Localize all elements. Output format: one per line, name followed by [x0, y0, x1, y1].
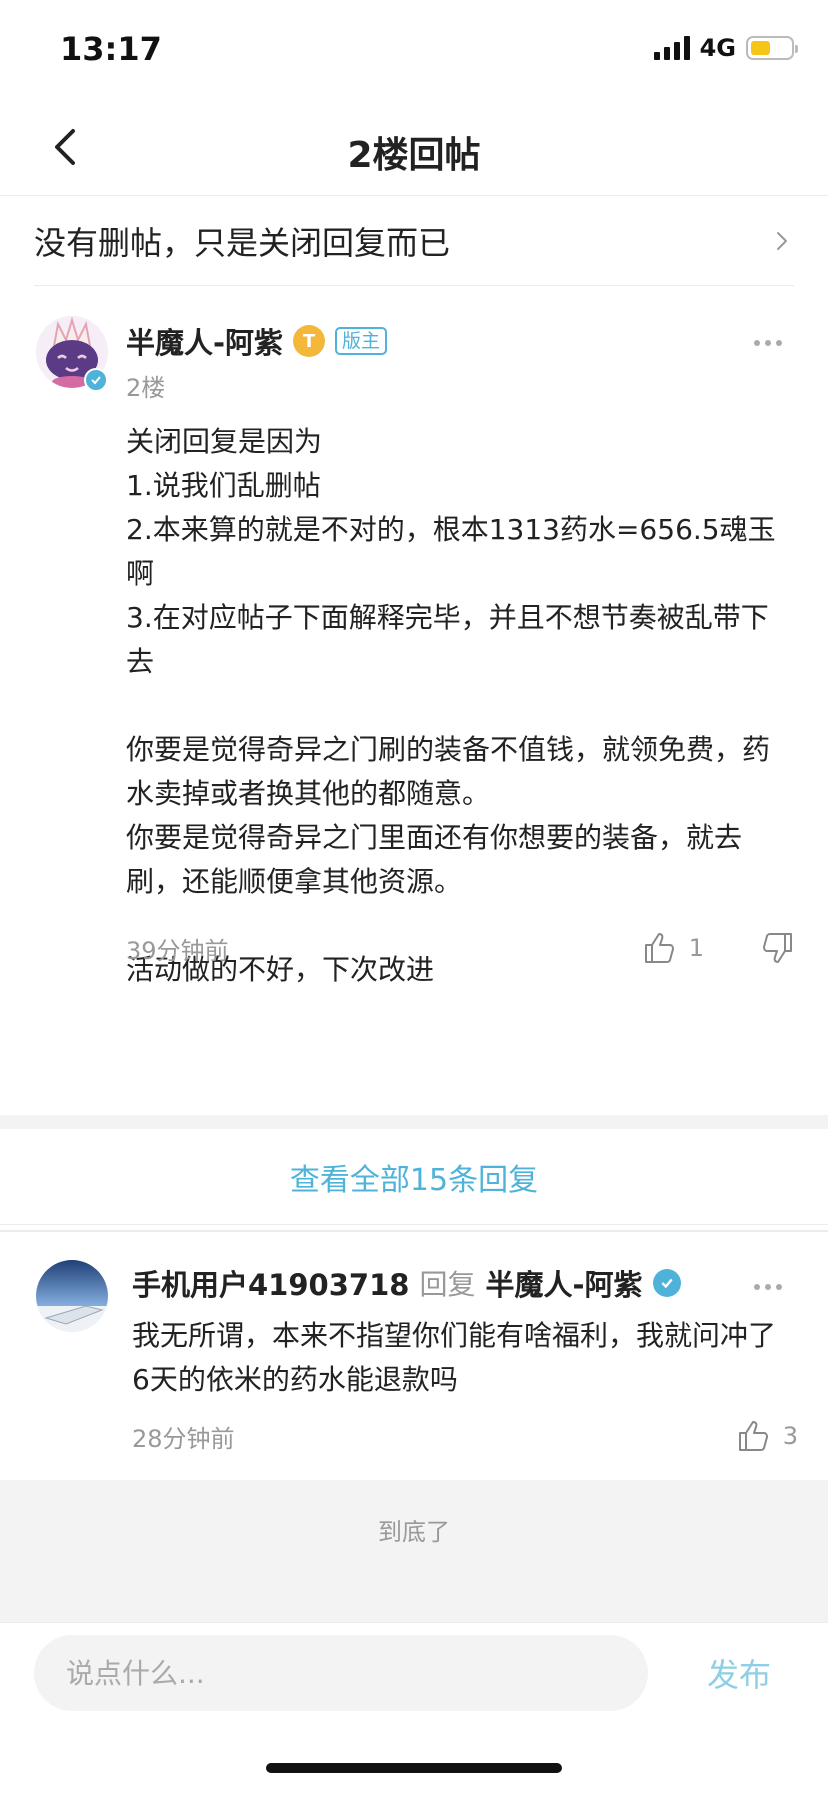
reply-user-avatar[interactable] [36, 1260, 108, 1332]
comment-input[interactable] [34, 1635, 648, 1711]
end-of-list: 到底了 [0, 1480, 828, 1622]
content-line: 2.本来算的就是不对的，根本1313药水=656.5魂玉啊 [126, 513, 776, 590]
floor-post: 半魔人-阿紫 T 版主 2楼 关闭回复是因为 1.说我们乱删帖 2.本来算的就是… [0, 286, 828, 1115]
reply-item: 手机用户41903718 回复 半魔人-阿紫 我无所谓，本来不指望你们能有啥福利… [0, 1236, 828, 1480]
more-icon[interactable] [748, 328, 788, 358]
author-row: 半魔人-阿紫 T 版主 [126, 320, 388, 362]
like-count: 1 [688, 934, 704, 962]
thumbs-down-icon[interactable] [760, 931, 794, 965]
reply-header: 手机用户41903718 回复 半魔人-阿紫 [132, 1262, 681, 1304]
verified-icon [652, 1269, 681, 1297]
moderator-badge: 版主 [335, 327, 388, 355]
section-divider [0, 1115, 828, 1129]
content-line: 1.说我们乱删帖 [126, 469, 321, 502]
reply-time: 28分钟前 [132, 1424, 235, 1453]
content-line [126, 684, 796, 728]
content-line: 3.在对应帖子下面解释完毕，并且不想节奏被乱带下去 [126, 601, 769, 678]
nav-header: 2楼回帖 [0, 100, 828, 196]
reply-content: 我无所谓，本来不指望你们能有啥福利，我就问冲了6天的依米的药水能退款吗 [132, 1319, 777, 1396]
signal-icon [653, 36, 690, 60]
like-count: 3 [782, 1422, 798, 1450]
thumbs-up-icon[interactable] [643, 931, 677, 965]
level-badge: T [293, 325, 326, 357]
post-time: 39分钟前 [126, 936, 229, 965]
reply-label: 回复 [419, 1268, 476, 1301]
status-bar: 13:17 4G [0, 0, 828, 100]
view-all-replies-link[interactable]: 查看全部15条回复 [0, 1129, 828, 1225]
battery-level [751, 41, 770, 55]
verified-icon [84, 368, 108, 392]
author-name[interactable]: 半魔人-阿紫 [126, 320, 283, 362]
divider [0, 1230, 828, 1232]
page-title: 2楼回帖 [347, 135, 481, 176]
publish-button[interactable]: 发布 [684, 1635, 794, 1711]
content-line: 关闭回复是因为 [126, 425, 323, 458]
more-icon[interactable] [748, 1272, 788, 1302]
battery-icon [746, 36, 798, 60]
reply-footer: 28分钟前 3 [132, 1414, 798, 1458]
status-indicators: 4G [653, 34, 798, 62]
content-line: 你要是觉得奇异之门里面还有你想要的装备，就去刷，还能顺便拿其他资源。 [126, 821, 743, 898]
network-label: 4G [699, 34, 736, 62]
floor-label: 2楼 [126, 374, 166, 402]
status-time: 13:17 [60, 30, 162, 68]
post-content: 关闭回复是因为 1.说我们乱删帖 2.本来算的就是不对的，根本1313药水=65… [126, 420, 796, 992]
post-footer: 39分钟前 1 [126, 926, 794, 970]
thread-link[interactable]: 没有删帖，只是关闭回复而已 [34, 197, 794, 286]
thread-title: 没有删帖，只是关闭回复而已 [34, 224, 451, 262]
reply-target-name[interactable]: 半魔人-阿紫 [485, 1262, 642, 1304]
thumbs-up-icon[interactable] [737, 1419, 771, 1453]
home-indicator[interactable] [266, 1763, 562, 1773]
end-text: 到底了 [378, 1518, 450, 1546]
reply-actions: 3 [737, 1419, 798, 1453]
chevron-right-icon [770, 229, 794, 253]
composer-bar: 发布 [0, 1622, 828, 1793]
post-actions: 1 [643, 931, 794, 965]
content-line: 你要是觉得奇异之门刷的装备不值钱，就领免费，药水卖掉或者换其他的都随意。 [126, 733, 771, 810]
reply-user-name[interactable]: 手机用户41903718 [132, 1262, 409, 1304]
